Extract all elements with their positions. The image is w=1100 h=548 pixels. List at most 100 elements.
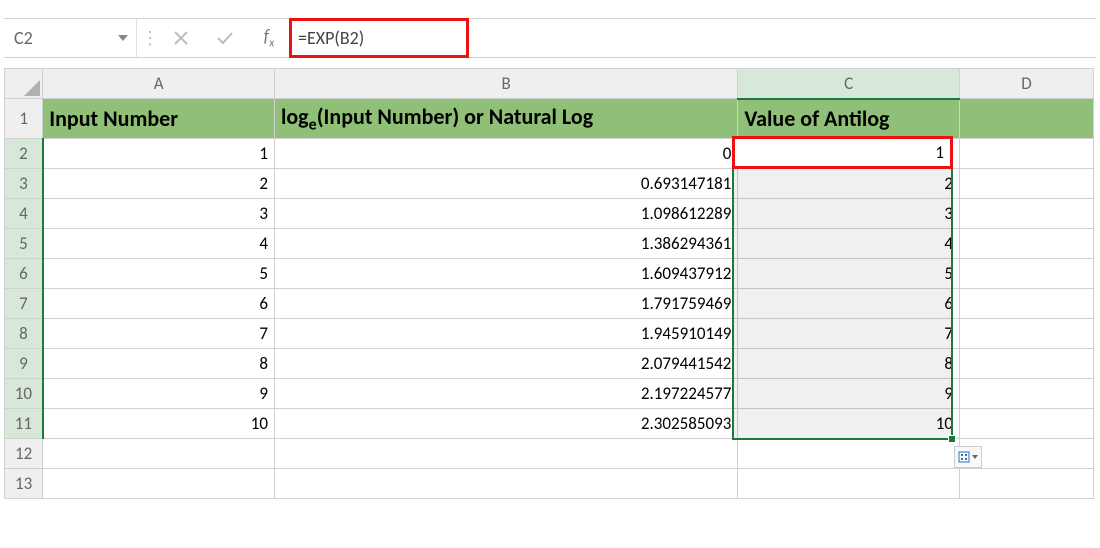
cell-C2[interactable] — [738, 139, 960, 169]
formula-bar: C2 ⋮ fx =EXP(B2) — [4, 18, 1096, 58]
cell-B9[interactable]: 2.079441542 — [274, 349, 737, 379]
autofill-options-icon — [958, 451, 970, 463]
fx-icon: fx — [264, 25, 275, 51]
row-header-13[interactable]: 13 — [5, 469, 43, 499]
table-row: 13 — [5, 469, 1094, 499]
cell-C4[interactable]: 3 — [738, 199, 960, 229]
cell-D6[interactable] — [959, 259, 1093, 289]
col-header-B[interactable]: B — [274, 69, 737, 99]
table-row: 541.3862943614 — [5, 229, 1094, 259]
row-header-12[interactable]: 12 — [5, 439, 43, 469]
row-header-9[interactable]: 9 — [5, 349, 43, 379]
cell-A6[interactable]: 5 — [43, 259, 275, 289]
cell-A4[interactable]: 3 — [43, 199, 275, 229]
cell-A11[interactable]: 10 — [43, 409, 275, 439]
chevron-down-icon — [118, 35, 128, 41]
cell-B7[interactable]: 1.791759469 — [274, 289, 737, 319]
cell-C9[interactable]: 8 — [738, 349, 960, 379]
col-header-A[interactable]: A — [43, 69, 275, 99]
table-row: 761.7917594696 — [5, 289, 1094, 319]
formula-bar-grip: ⋮ — [137, 19, 159, 57]
cell-D4[interactable] — [959, 199, 1093, 229]
cell-C3[interactable]: 2 — [738, 169, 960, 199]
row-header-3[interactable]: 3 — [5, 169, 43, 199]
cell-A10[interactable]: 9 — [43, 379, 275, 409]
table-row: 1 Input Number loge(Input Number) or Nat… — [5, 99, 1094, 139]
cell-A1[interactable]: Input Number — [43, 99, 275, 139]
log-label-post: (Input Number) or Natural Log — [317, 103, 593, 130]
row-header-8[interactable]: 8 — [5, 319, 43, 349]
cell-B8[interactable]: 1.945910149 — [274, 319, 737, 349]
enter-button[interactable] — [203, 19, 247, 57]
name-box[interactable]: C2 — [4, 19, 109, 57]
cell-B11[interactable]: 2.302585093 — [274, 409, 737, 439]
formula-input[interactable]: =EXP(B2) — [298, 27, 364, 49]
cell-D7[interactable] — [959, 289, 1093, 319]
cell-A2[interactable]: 1 — [43, 139, 275, 169]
table-row: 651.6094379125 — [5, 259, 1094, 289]
cell-B13[interactable] — [274, 469, 737, 499]
cell-B3[interactable]: 0.693147181 — [274, 169, 737, 199]
table-row: 12 — [5, 439, 1094, 469]
table-row: 1092.1972245779 — [5, 379, 1094, 409]
cell-C12[interactable] — [738, 439, 960, 469]
cell-C5[interactable]: 4 — [738, 229, 960, 259]
table-row: 431.0986122893 — [5, 199, 1094, 229]
row-header-11[interactable]: 11 — [5, 409, 43, 439]
table-row: 11102.30258509310 — [5, 409, 1094, 439]
cancel-button[interactable] — [159, 19, 203, 57]
cell-C1[interactable]: Value of Antilog — [738, 99, 960, 139]
auto-fill-options-button[interactable] — [954, 446, 982, 468]
table-row: 871.9459101497 — [5, 319, 1094, 349]
cell-A8[interactable]: 7 — [43, 319, 275, 349]
cell-D9[interactable] — [959, 349, 1093, 379]
cell-C7[interactable]: 6 — [738, 289, 960, 319]
cell-D1[interactable] — [959, 99, 1093, 139]
log-label: log — [281, 103, 309, 130]
row-header-10[interactable]: 10 — [5, 379, 43, 409]
row-header-7[interactable]: 7 — [5, 289, 43, 319]
cell-A13[interactable] — [43, 469, 275, 499]
table-row: 210 — [5, 139, 1094, 169]
cancel-x-icon — [173, 30, 189, 46]
row-header-1[interactable]: 1 — [5, 99, 43, 139]
spreadsheet-grid[interactable]: A B C D 1 Input Number loge(Input Number… — [4, 68, 1096, 499]
cell-B4[interactable]: 1.098612289 — [274, 199, 737, 229]
cell-B12[interactable] — [274, 439, 737, 469]
cell-D11[interactable] — [959, 409, 1093, 439]
cell-A9[interactable]: 8 — [43, 349, 275, 379]
cell-B10[interactable]: 2.197224577 — [274, 379, 737, 409]
fill-handle[interactable] — [948, 435, 956, 443]
cell-C8[interactable]: 7 — [738, 319, 960, 349]
cell-A7[interactable]: 6 — [43, 289, 275, 319]
cell-B1[interactable]: loge(Input Number) or Natural Log — [274, 99, 737, 139]
insert-function-button[interactable]: fx — [247, 19, 291, 57]
row-header-2[interactable]: 2 — [5, 139, 43, 169]
cell-C11[interactable]: 10 — [738, 409, 960, 439]
cell-D3[interactable] — [959, 169, 1093, 199]
select-all-corner[interactable] — [5, 69, 43, 99]
formula-input-highlight: =EXP(B2) — [289, 18, 469, 58]
cell-D8[interactable] — [959, 319, 1093, 349]
cell-C10[interactable]: 9 — [738, 379, 960, 409]
check-icon — [216, 30, 234, 46]
row-header-6[interactable]: 6 — [5, 259, 43, 289]
cell-B5[interactable]: 1.386294361 — [274, 229, 737, 259]
cell-D13[interactable] — [959, 469, 1093, 499]
cell-C13[interactable] — [738, 469, 960, 499]
cell-A12[interactable] — [43, 439, 275, 469]
col-header-D[interactable]: D — [959, 69, 1093, 99]
cell-B2[interactable]: 0 — [274, 139, 737, 169]
cell-D5[interactable] — [959, 229, 1093, 259]
log-subscript: e — [309, 115, 317, 134]
cell-A3[interactable]: 2 — [43, 169, 275, 199]
name-box-dropdown[interactable] — [109, 19, 137, 57]
cell-B6[interactable]: 1.609437912 — [274, 259, 737, 289]
row-header-5[interactable]: 5 — [5, 229, 43, 259]
row-header-4[interactable]: 4 — [5, 199, 43, 229]
col-header-C[interactable]: C — [738, 69, 960, 99]
cell-A5[interactable]: 4 — [43, 229, 275, 259]
cell-C6[interactable]: 5 — [738, 259, 960, 289]
cell-D10[interactable] — [959, 379, 1093, 409]
cell-D2[interactable] — [959, 139, 1093, 169]
